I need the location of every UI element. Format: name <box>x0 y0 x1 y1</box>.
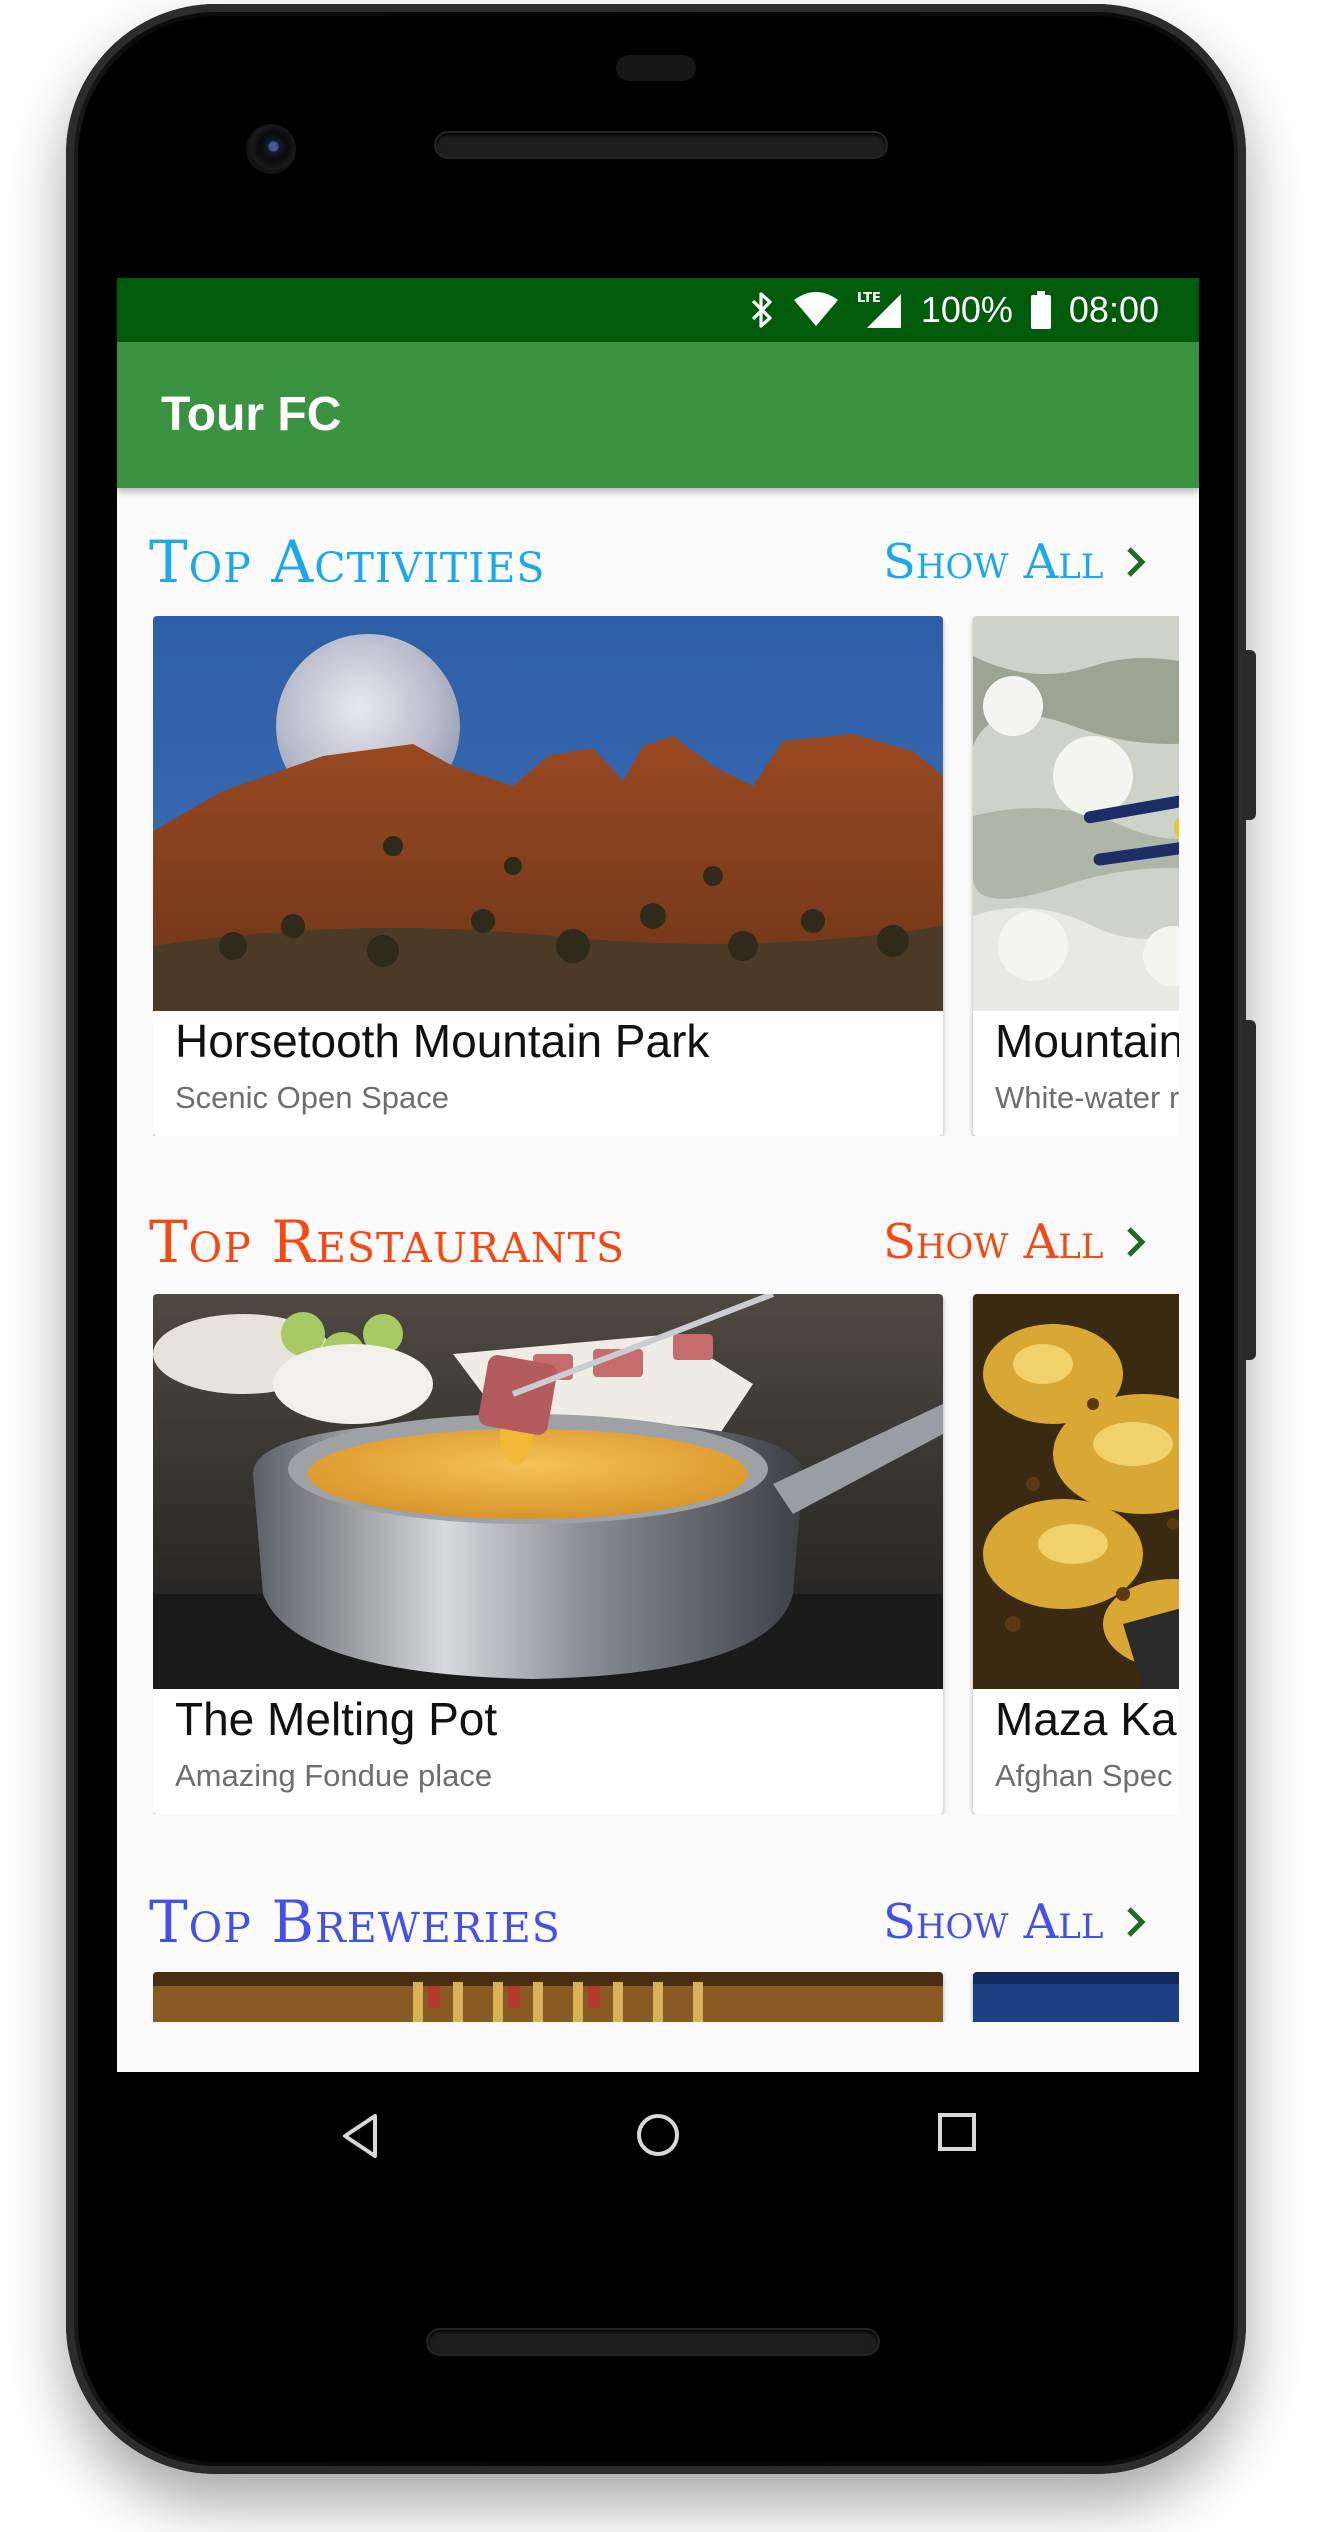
card-subtitle: Amazing Fondue place <box>175 1758 493 1793</box>
front-camera <box>246 124 296 174</box>
chevron-right-icon <box>1127 1907 1146 1937</box>
card-image-horsetooth <box>153 616 943 1011</box>
card-subtitle: Scenic Open Space <box>175 1080 450 1115</box>
card-image-grilled-dish <box>973 1294 1179 1689</box>
screen: LTE 100% 08:00 Tour FC Top Activities Sh… <box>117 278 1199 2072</box>
battery-icon <box>1030 291 1051 329</box>
status-icons: LTE 100% 08:00 <box>749 278 1159 342</box>
recents-icon[interactable] <box>937 2112 977 2152</box>
section-title: Top Breweries <box>149 1888 561 1956</box>
app-title: Tour FC <box>161 388 342 441</box>
card-image-night-sky <box>973 1972 1179 2022</box>
home-icon[interactable] <box>635 2112 681 2158</box>
card-title: Maza Ka <box>995 1693 1177 1745</box>
back-icon[interactable] <box>339 2112 383 2160</box>
lte-signal-icon: LTE <box>857 290 903 330</box>
app-bar: Tour FC <box>117 342 1199 488</box>
card-mountain[interactable]: Mountain White-water r <box>973 616 1179 1136</box>
wifi-icon <box>793 292 839 328</box>
section-title: Top Activities <box>149 528 546 596</box>
top-speaker <box>436 133 886 157</box>
bluetooth-icon <box>749 290 775 330</box>
power-button <box>1242 1020 1256 1360</box>
show-all-button[interactable]: Show All <box>883 1214 1147 1270</box>
restaurants-carousel[interactable]: The Melting Pot Amazing Fondue place Maz… <box>153 1294 1179 1814</box>
svg-text:LTE: LTE <box>857 291 881 306</box>
card-melting-pot[interactable]: The Melting Pot Amazing Fondue place <box>153 1294 943 1814</box>
content-scroll[interactable]: Top Activities Show All Horsetooth Mount… <box>117 488 1199 2072</box>
status-bar: LTE 100% 08:00 <box>117 278 1199 342</box>
card-horsetooth[interactable]: Horsetooth Mountain Park Scenic Open Spa… <box>153 616 943 1136</box>
card-subtitle: Afghan Spec <box>995 1758 1173 1793</box>
card-subtitle: White-water r <box>995 1080 1179 1115</box>
card-title: Mountain <box>995 1015 1179 1067</box>
activities-carousel[interactable]: Horsetooth Mountain Park Scenic Open Spa… <box>153 616 1179 1136</box>
show-all-label: Show All <box>883 534 1104 590</box>
card-image-whitewater <box>973 616 1179 1011</box>
card-title: The Melting Pot <box>175 1693 498 1745</box>
card-image-brewery-taps <box>153 1972 943 2022</box>
volume-button <box>1242 650 1256 820</box>
section-title: Top Restaurants <box>149 1208 626 1276</box>
battery-percent: 100% <box>920 289 1013 330</box>
show-all-button[interactable]: Show All <box>883 534 1147 590</box>
chevron-right-icon <box>1127 1227 1146 1257</box>
chevron-right-icon <box>1127 547 1146 577</box>
card-image-fondue <box>153 1294 943 1689</box>
navigation-bar <box>117 2072 1199 2202</box>
clock: 08:00 <box>1068 289 1159 330</box>
card-brewery-2[interactable] <box>973 1972 1179 2022</box>
show-all-button[interactable]: Show All <box>883 1894 1147 1950</box>
proximity-sensor <box>616 55 696 81</box>
card-title: Horsetooth Mountain Park <box>175 1015 710 1067</box>
card-brewery-1[interactable] <box>153 1972 943 2022</box>
bottom-speaker <box>428 2330 878 2354</box>
show-all-label: Show All <box>883 1894 1104 1950</box>
breweries-carousel[interactable] <box>153 1972 1179 2022</box>
card-maza-kabob[interactable]: Maza Ka Afghan Spec <box>973 1294 1179 1814</box>
show-all-label: Show All <box>883 1214 1104 1270</box>
